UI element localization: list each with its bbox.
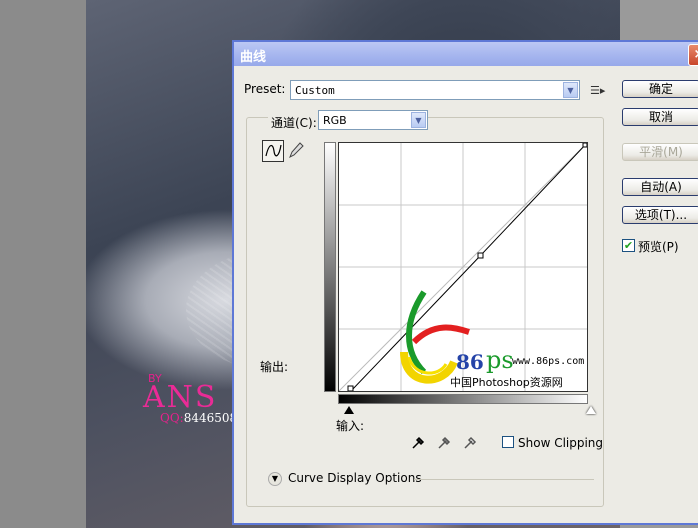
curve-tool-icon (265, 144, 282, 157)
close-button[interactable]: × (688, 44, 698, 66)
logo-ps: ps (486, 346, 514, 374)
black-point-slider[interactable] (344, 406, 354, 414)
auto-button[interactable]: 自动(A) (622, 178, 698, 196)
black-eyedropper-icon[interactable] (410, 434, 426, 450)
preview-checkbox[interactable]: ✔ (622, 239, 635, 252)
dialog-title: 曲线 (240, 50, 267, 65)
preview-label: 预览(P) (638, 240, 679, 254)
smooth-button[interactable]: 平滑(M) (622, 143, 698, 161)
dialog-titlebar[interactable]: 曲线 × (234, 42, 698, 66)
curves-dialog: 曲线 × Preset: Custom ▼ ☰▸ 通道(C): RGB ▼ 输出… (232, 40, 698, 525)
channel-select[interactable]: RGB ▼ (318, 110, 428, 130)
divider (414, 479, 594, 480)
curve-display-options-label[interactable]: Curve Display Options (288, 471, 422, 485)
chevron-down-icon[interactable]: ▼ (411, 112, 426, 128)
preset-menu-icon[interactable]: ☰▸ (590, 84, 605, 97)
white-point-slider[interactable] (586, 406, 596, 414)
show-clipping-label: Show Clipping (518, 436, 604, 450)
cancel-button[interactable]: 取消 (622, 108, 698, 126)
pencil-icon (289, 142, 304, 159)
chevron-down-icon[interactable]: ▼ (563, 82, 578, 98)
input-gradient (338, 394, 588, 404)
logo-site-name: 中国Photoshop资源网 (450, 376, 563, 389)
workspace-left (0, 0, 86, 528)
logo-number: 86 (456, 350, 484, 374)
curve-point-tool[interactable] (262, 140, 284, 162)
watermark-name: ANS (143, 380, 218, 415)
chevron-double-down-icon[interactable]: ▼ (268, 472, 282, 486)
preset-value: Custom (295, 84, 335, 97)
ok-button[interactable]: 确定 (622, 80, 698, 98)
preset-select[interactable]: Custom ▼ (290, 80, 580, 100)
watermark-qq: QQ:8446508 (160, 411, 237, 425)
channel-label: 通道(C): (268, 114, 320, 131)
output-label: 输出: (260, 360, 289, 374)
gray-eyedropper-icon[interactable] (436, 434, 452, 450)
preset-label: Preset: (244, 82, 286, 96)
logo-url: www.86ps.com (512, 356, 585, 367)
output-gradient (324, 142, 336, 392)
pencil-tool[interactable] (286, 140, 308, 162)
white-eyedropper-icon[interactable] (462, 434, 478, 450)
watermark-qq-prefix: QQ: (160, 411, 184, 425)
channel-value: RGB (323, 114, 347, 127)
input-label: 输入: (336, 419, 365, 433)
watermark-logo: 86 ps www.86ps.com 中国Photoshop资源网 (394, 282, 594, 392)
show-clipping-checkbox[interactable] (502, 436, 514, 448)
watermark-qq-number: 8446508 (183, 411, 238, 425)
options-button[interactable]: 选项(T)... (622, 206, 698, 224)
